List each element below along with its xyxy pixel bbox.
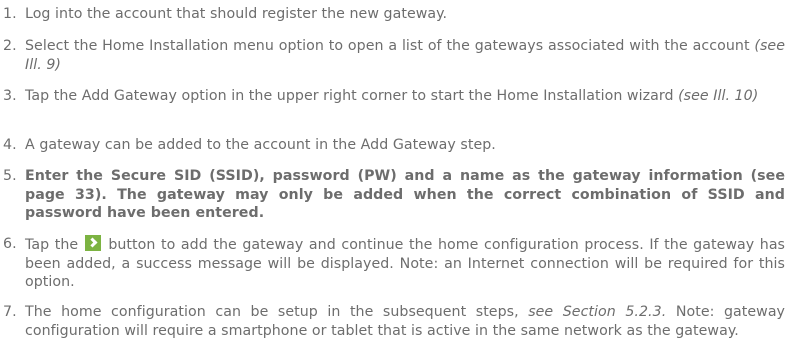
step-text: Enter the Secure SID (SSID), password (P… (25, 167, 785, 223)
step-7: 7. The home configuration can be setup i… (3, 303, 785, 340)
step-text-before-icon: Tap the (25, 237, 79, 253)
step-4: 4. A gateway can be added to the account… (3, 136, 785, 155)
step-text: Tap the Add Gateway option in the upper … (25, 87, 785, 106)
step-text: Log into the account that should registe… (25, 5, 785, 24)
step-text: Select the Home Installation menu option… (25, 37, 785, 74)
step-number: 4. (3, 137, 17, 153)
step-text: The home configuration can be setup in t… (25, 303, 785, 340)
step-text-before-ref: The home configuration can be setup in t… (25, 304, 519, 320)
green-play-arrow-icon (84, 235, 101, 251)
step-5: 5. Enter the Secure SID (SSID), password… (3, 167, 785, 223)
step-text-content: Log into the account that should registe… (25, 6, 448, 22)
step-number: 7. (3, 304, 17, 320)
step-1: 1. Log into the account that should regi… (3, 5, 785, 24)
step-number: 2. (3, 38, 17, 54)
section-reference: see Section 5.2.3. (528, 304, 667, 320)
step-number: 6. (3, 236, 17, 252)
step-text-content: Tap the Add Gateway option in the upper … (25, 88, 674, 104)
step-text: A gateway can be added to the account in… (25, 136, 785, 155)
step-number: 5. (3, 168, 17, 184)
step-text-after-icon: button to add the gateway and continue t… (25, 237, 786, 291)
step-6: 6. Tap the button to add the gateway and… (3, 235, 785, 292)
step-3: 3. Tap the Add Gateway option in the upp… (3, 87, 785, 106)
step-number: 1. (3, 6, 17, 22)
step-text: Tap the button to add the gateway and co… (25, 235, 785, 292)
illustration-reference: (see Ill. 10) (678, 88, 759, 104)
step-text-content: Select the Home Installation menu option… (25, 38, 750, 54)
step-text-content: A gateway can be added to the account in… (25, 137, 496, 153)
step-number: 3. (3, 88, 17, 104)
step-2: 2. Select the Home Installation menu opt… (3, 37, 785, 74)
step-text-content: Enter the Secure SID (SSID), password (P… (25, 168, 785, 222)
